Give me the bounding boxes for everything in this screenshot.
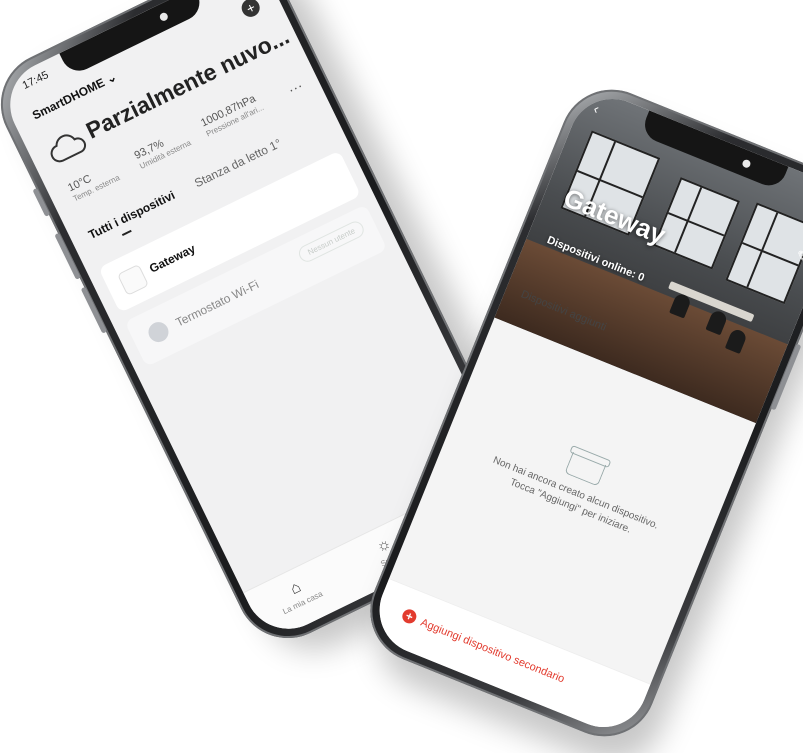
- cloud-icon: [50, 134, 87, 163]
- front-camera: [741, 158, 752, 169]
- front-camera: [158, 11, 170, 23]
- empty-state: Non hai ancora creato alcun dispositivo.…: [446, 409, 711, 562]
- add-device-button[interactable]: +: [238, 0, 263, 20]
- gateway-device-icon: [117, 263, 150, 296]
- thermostat-device-icon: [145, 318, 172, 346]
- more-options-button[interactable]: ...: [284, 74, 304, 95]
- bottom-action-bar: +Aggiungi dispositivo secondario: [366, 578, 651, 741]
- window-shape: [725, 202, 803, 305]
- tab-home[interactable]: ⌂ La mia casa: [261, 565, 337, 622]
- add-secondary-device-button[interactable]: +Aggiungi dispositivo secondario: [400, 607, 567, 685]
- chevron-down-icon: ⌄: [103, 69, 119, 87]
- humidity-stat: 93,7% Umidità esterna: [133, 120, 206, 170]
- device-name: Termostato Wi-Fi: [173, 277, 262, 330]
- temperature-stat: 10°C Temp. esterna: [66, 153, 139, 204]
- notch: [59, 0, 206, 77]
- pressure-stat: 1000,87hPa Pressione all'ari...: [199, 88, 272, 139]
- plus-icon: +: [400, 607, 419, 626]
- status-time: 17:45: [20, 69, 51, 92]
- status-badge: Nessun utente: [296, 218, 367, 265]
- add-secondary-device-label: Aggiungi dispositivo secondario: [418, 616, 567, 686]
- device-name: Gateway: [147, 241, 198, 276]
- empty-box-icon: [564, 451, 607, 487]
